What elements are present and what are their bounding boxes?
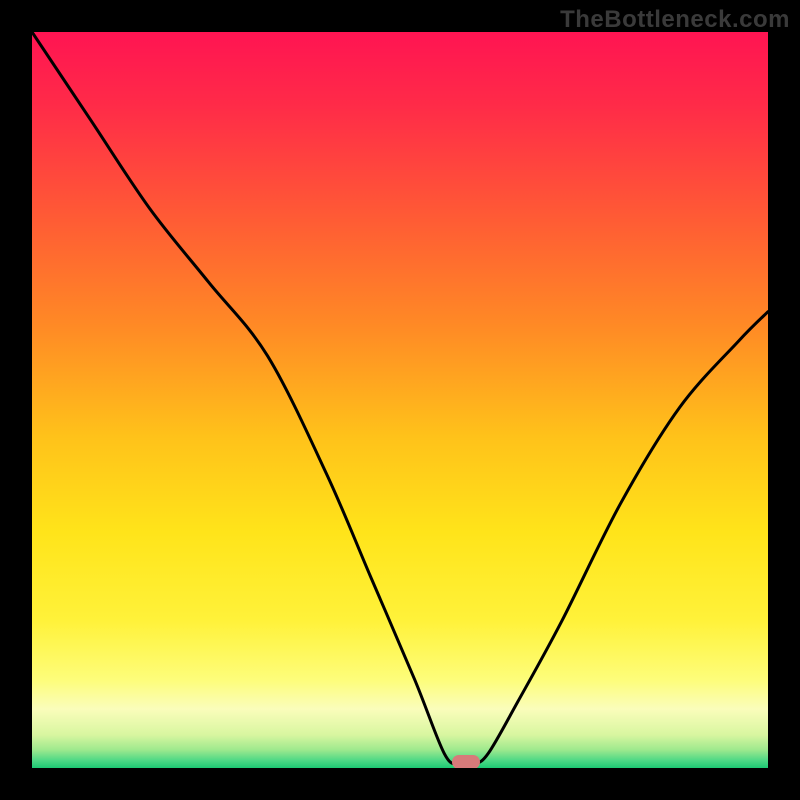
- plot-area: [32, 32, 768, 768]
- watermark-text: TheBottleneck.com: [560, 6, 790, 34]
- optimal-point-marker: [452, 755, 480, 768]
- bottleneck-curve: [32, 32, 768, 768]
- chart-frame: TheBottleneck.com: [0, 0, 800, 800]
